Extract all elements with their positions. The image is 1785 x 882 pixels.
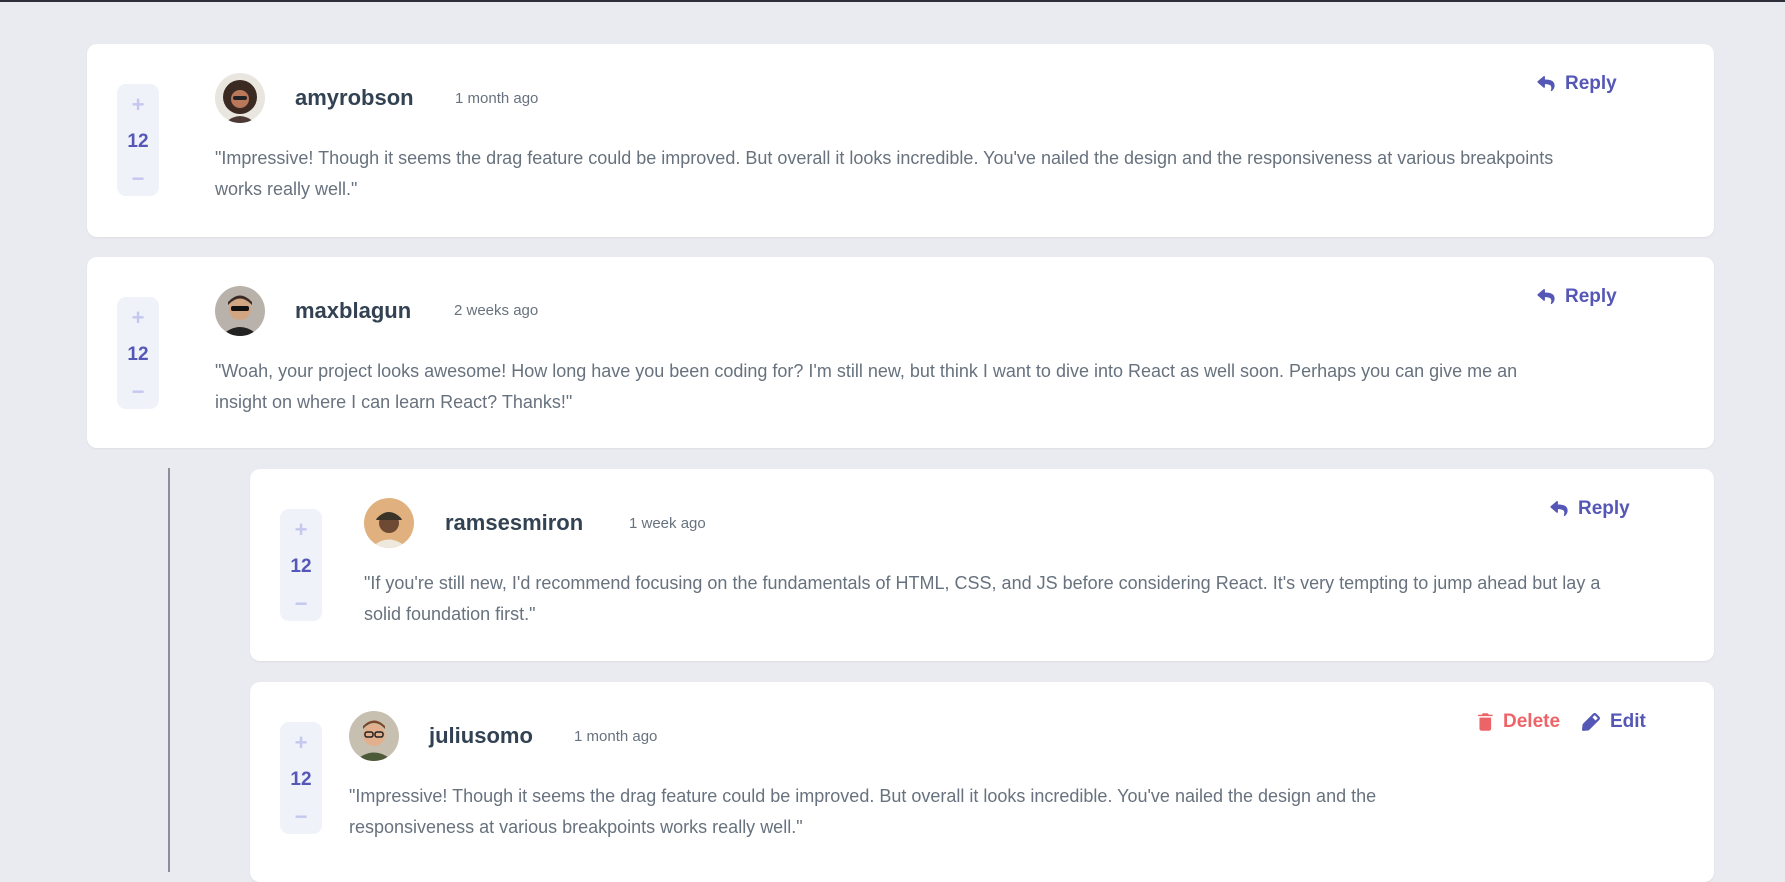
comment-card: + 12 − maxblagun 2 weeks ago Reply "Woah… (87, 257, 1714, 448)
reply-arrow-icon (1537, 289, 1555, 305)
downvote-button[interactable]: − (289, 806, 313, 828)
downvote-button[interactable]: − (126, 168, 150, 190)
reply-label: Reply (1565, 73, 1617, 94)
comment-text: "If you're still new, I'd recommend focu… (364, 573, 1601, 624)
reply-button[interactable]: Reply (1550, 498, 1630, 520)
vote-box: + 12 − (280, 722, 322, 834)
comment-text: "Impressive! Though it seems the drag fe… (215, 148, 1554, 199)
username[interactable]: juliusomo (429, 723, 533, 749)
reply-card: + 12 − juliusomo 1 month ago Delete Edit… (250, 682, 1714, 882)
avatar (215, 73, 265, 123)
username[interactable]: maxblagun (295, 298, 411, 324)
reply-card: + 12 − ramsesmiron 1 week ago Reply "If … (250, 469, 1714, 661)
edit-label: Edit (1610, 711, 1646, 732)
edit-button[interactable]: Edit (1582, 711, 1646, 733)
vote-count: 12 (127, 344, 149, 365)
upvote-button[interactable]: + (126, 94, 150, 116)
username[interactable]: ramsesmiron (445, 510, 583, 536)
comment-text: "Impressive! Though it seems the drag fe… (349, 786, 1377, 837)
reply-label: Reply (1578, 498, 1630, 519)
vote-box: + 12 − (117, 297, 159, 409)
upvote-button[interactable]: + (126, 307, 150, 329)
vote-box: + 12 − (280, 509, 322, 621)
thread-divider (168, 468, 170, 872)
avatar (215, 286, 265, 336)
reply-button[interactable]: Reply (1537, 286, 1617, 308)
upvote-button[interactable]: + (289, 732, 313, 754)
downvote-button[interactable]: − (126, 381, 150, 403)
upvote-button[interactable]: + (289, 519, 313, 541)
reply-button[interactable]: Reply (1537, 73, 1617, 95)
delete-label: Delete (1503, 711, 1561, 732)
username[interactable]: amyrobson (295, 85, 414, 111)
delete-button[interactable]: Delete (1478, 711, 1560, 733)
timestamp: 1 month ago (574, 728, 658, 745)
avatar (364, 498, 414, 548)
timestamp: 1 week ago (629, 515, 706, 532)
reply-arrow-icon (1550, 501, 1568, 517)
comment-text: "Woah, your project looks awesome! How l… (215, 361, 1518, 412)
pencil-icon (1582, 713, 1600, 731)
vote-count: 12 (290, 556, 312, 577)
vote-box: + 12 − (117, 84, 159, 196)
vote-count: 12 (290, 769, 312, 790)
trash-icon (1478, 713, 1493, 731)
reply-label: Reply (1565, 286, 1617, 307)
comment-card: + 12 − amyrobson 1 month ago Reply "Impr… (87, 44, 1714, 237)
avatar (349, 711, 399, 761)
vote-count: 12 (127, 131, 149, 152)
timestamp: 1 month ago (455, 90, 539, 107)
timestamp: 2 weeks ago (454, 302, 539, 319)
reply-arrow-icon (1537, 76, 1555, 92)
downvote-button[interactable]: − (289, 593, 313, 615)
